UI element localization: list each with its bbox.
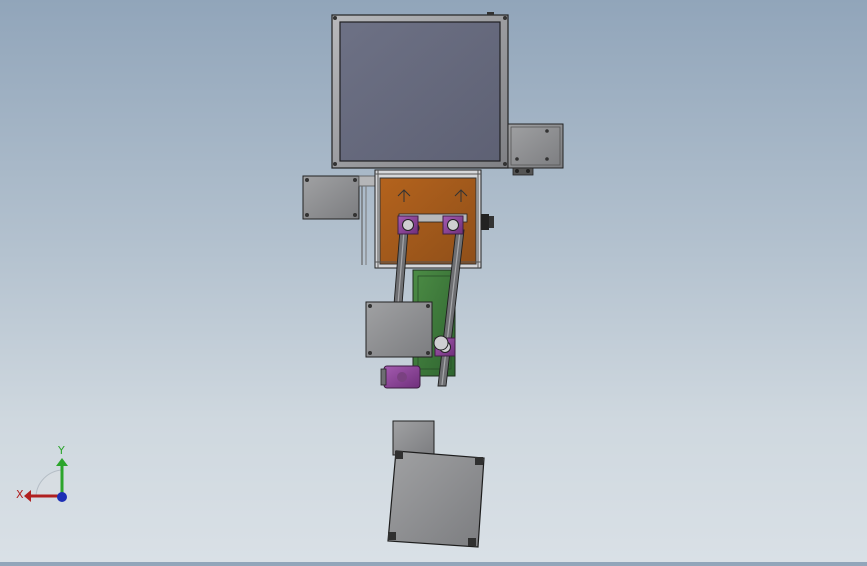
top-frame-assembly[interactable] <box>331 12 509 169</box>
y-axis-label: Y <box>57 444 65 457</box>
bottom-gray-module[interactable] <box>387 420 485 548</box>
x-axis-label: X <box>16 488 24 501</box>
right-side-module[interactable] <box>507 123 564 176</box>
cad-viewport[interactable]: Y X <box>0 0 867 562</box>
left-motor-block[interactable] <box>302 175 376 265</box>
axis-triad: Y X <box>16 444 68 502</box>
middle-frame-assembly[interactable] <box>374 169 494 269</box>
cad-drawing[interactable]: Y X <box>0 0 867 562</box>
